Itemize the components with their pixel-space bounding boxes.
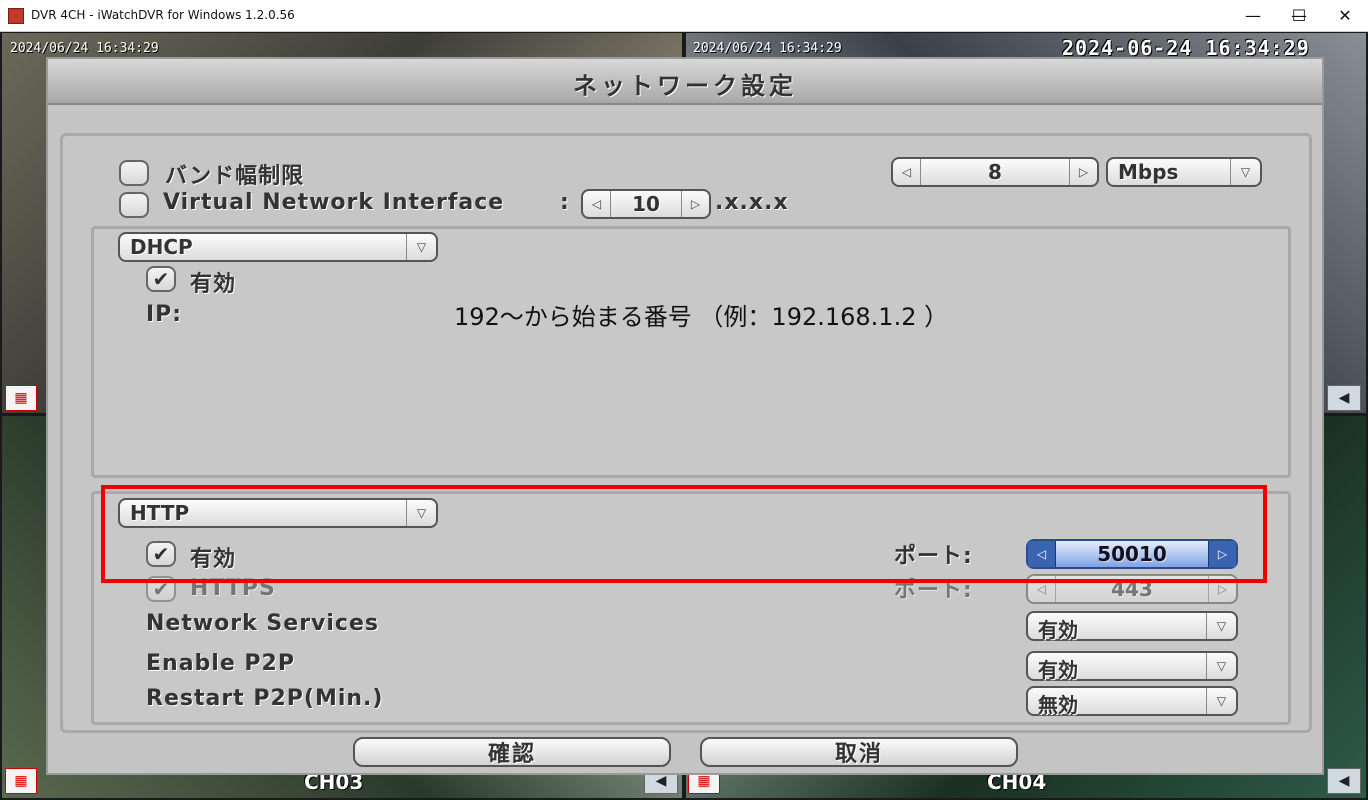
speaker-icon[interactable]: ◀ bbox=[1327, 385, 1361, 411]
vni-label: Virtual Network Interface bbox=[163, 190, 505, 215]
close-button[interactable]: ✕ bbox=[1322, 0, 1368, 31]
vni-value: 10 bbox=[632, 192, 660, 216]
highlight-box bbox=[101, 485, 1267, 583]
enable-p2p-label: Enable P2P bbox=[146, 651, 295, 676]
chevron-down-icon: ▽ bbox=[406, 234, 436, 260]
record-icon: ▦ bbox=[5, 768, 37, 794]
chevron-down-icon: ▽ bbox=[1206, 613, 1236, 639]
chevron-down-icon: ▽ bbox=[1206, 688, 1236, 714]
dialog-title: ネットワーク設定 bbox=[573, 72, 797, 100]
maximize-button[interactable]: ☐ bbox=[1276, 0, 1322, 31]
dhcp-enable-checkbox[interactable]: ✔ bbox=[146, 266, 176, 292]
network-services-select[interactable]: 有効 ▽ bbox=[1026, 611, 1238, 642]
enable-p2p-select[interactable]: 有効 ▽ bbox=[1026, 651, 1238, 682]
bandwidth-limit-label: バンド幅制限 bbox=[165, 164, 305, 189]
settings-panel: バンド幅制限 ◁ 8 ▷ Mbps ▽ Virtual Network Inte… bbox=[60, 133, 1312, 733]
vni-suffix: .x.x.x bbox=[715, 190, 789, 215]
speaker-icon[interactable]: ◀ bbox=[1327, 768, 1361, 794]
bandwidth-unit-select[interactable]: Mbps ▽ bbox=[1106, 157, 1262, 187]
dialog-header: ネットワーク設定 bbox=[48, 59, 1322, 105]
record-icon: ▦ bbox=[5, 385, 37, 411]
vni-checkbox[interactable] bbox=[119, 192, 149, 218]
ip-mode-select[interactable]: DHCP ▽ bbox=[118, 232, 438, 262]
restart-p2p-value: 無効 bbox=[1038, 693, 1078, 717]
window-titlebar: DVR 4CH - iWatchDVR for Windows 1.2.0.56… bbox=[0, 0, 1368, 32]
enable-p2p-value: 有効 bbox=[1038, 658, 1078, 682]
network-services-label: Network Services bbox=[146, 611, 379, 636]
chevron-right-icon[interactable]: ▷ bbox=[681, 191, 709, 217]
network-services-value: 有効 bbox=[1038, 618, 1078, 642]
ip-settings-subpanel: DHCP ▽ ✔ 有効 IP: 192～から始まる番号 （例：192.168.1… bbox=[91, 226, 1291, 478]
ip-mode-value: DHCP bbox=[130, 235, 193, 259]
ip-note: 192～から始まる番号 （例：192.168.1.2 ） bbox=[454, 303, 949, 331]
bandwidth-unit-value: Mbps bbox=[1118, 160, 1179, 184]
bandwidth-value: 8 bbox=[988, 160, 1002, 184]
chevron-left-icon[interactable]: ◁ bbox=[893, 159, 921, 185]
dhcp-enable-label: 有効 bbox=[190, 272, 237, 297]
ch1-timestamp: 2024/06/24 16:34:29 bbox=[10, 41, 159, 56]
restart-p2p-select[interactable]: 無効 ▽ bbox=[1026, 686, 1238, 717]
window-title: DVR 4CH - iWatchDVR for Windows 1.2.0.56 bbox=[31, 8, 295, 22]
bandwidth-limit-checkbox[interactable] bbox=[119, 160, 149, 186]
ok-button[interactable]: 確認 bbox=[353, 737, 671, 767]
network-settings-dialog: ネットワーク設定 バンド幅制限 ◁ 8 ▷ Mbps ▽ Virtual Net… bbox=[46, 57, 1324, 775]
minimize-button[interactable]: — bbox=[1230, 0, 1276, 31]
ip-label: IP: bbox=[146, 302, 183, 327]
vni-colon: : bbox=[560, 190, 570, 215]
chevron-right-icon[interactable]: ▷ bbox=[1069, 159, 1097, 185]
vni-spinner[interactable]: ◁ 10 ▷ bbox=[581, 189, 711, 219]
chevron-down-icon: ▽ bbox=[1230, 159, 1260, 185]
bandwidth-spinner[interactable]: ◁ 8 ▷ bbox=[891, 157, 1099, 187]
cancel-button[interactable]: 取消 bbox=[700, 737, 1018, 767]
ch2-timestamp: 2024/06/24 16:34:29 bbox=[693, 41, 842, 56]
chevron-left-icon[interactable]: ◁ bbox=[583, 191, 611, 217]
app-icon bbox=[8, 8, 24, 24]
chevron-down-icon: ▽ bbox=[1206, 653, 1236, 679]
restart-p2p-label: Restart P2P(Min.) bbox=[146, 686, 384, 711]
